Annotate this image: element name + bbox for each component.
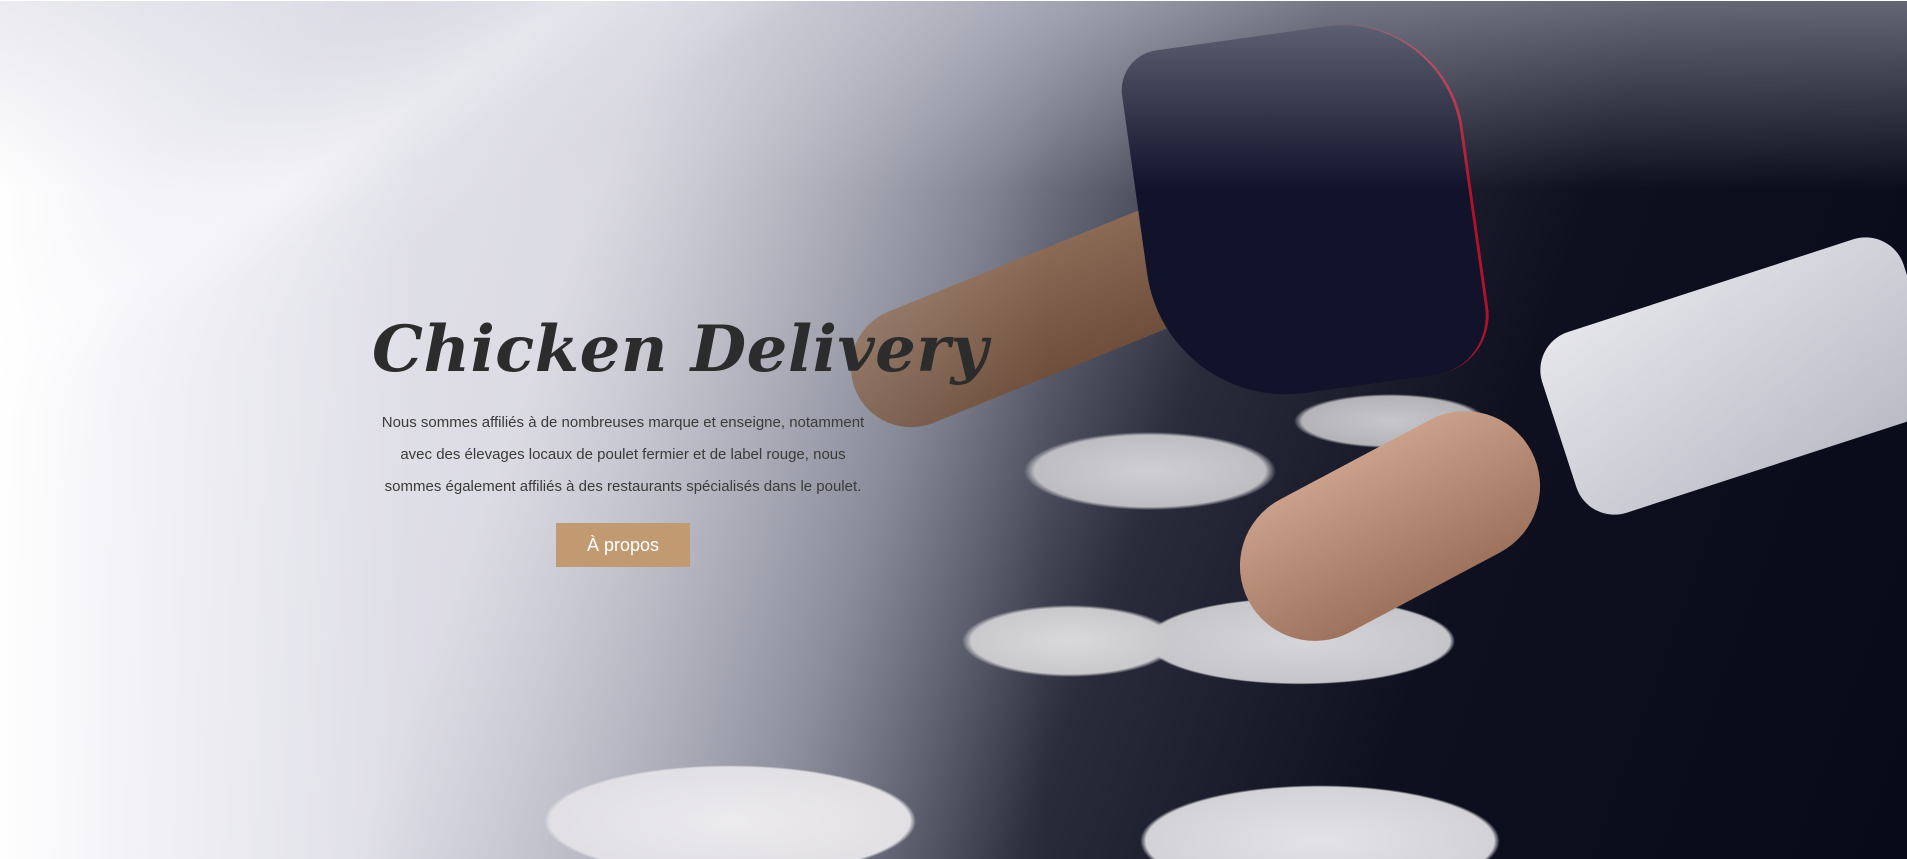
- hero-overlay-top: [0, 1, 1907, 859]
- hero-title: Chicken Delivery: [372, 312, 989, 387]
- about-button[interactable]: À propos: [556, 523, 690, 567]
- hero-description: Nous sommes affiliés à de nombreuses mar…: [381, 414, 865, 495]
- hero-content: Chicken Delivery Nous sommes affiliés à …: [372, 305, 989, 567]
- hero-section: Chicken Delivery Nous sommes affiliés à …: [0, 1, 1907, 859]
